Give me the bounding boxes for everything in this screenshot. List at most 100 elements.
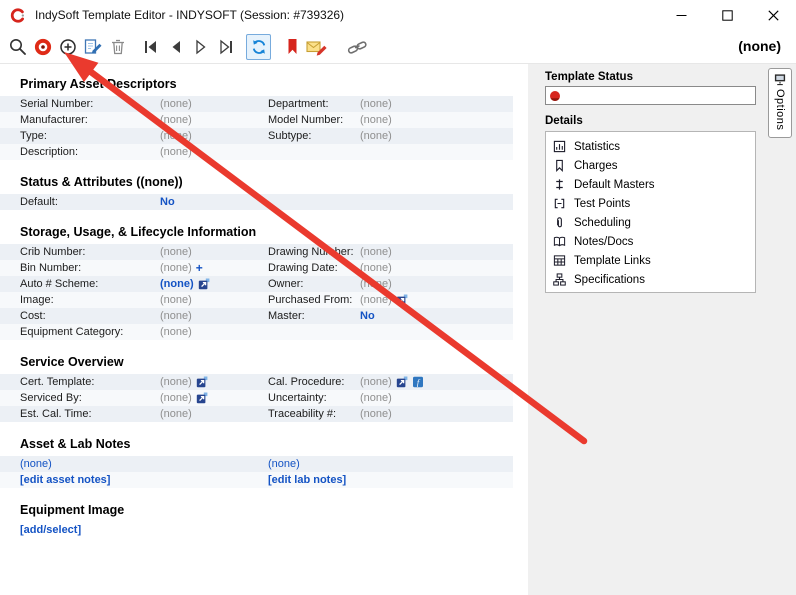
field-label: Uncertainty:	[268, 392, 327, 404]
notes-docs-icon	[553, 236, 566, 247]
edit-lab-notes-link[interactable]: [edit lab notes]	[268, 474, 513, 486]
details-item-label: Scheduling	[574, 216, 631, 229]
minimize-button[interactable]	[658, 1, 704, 30]
record-locator-button[interactable]	[30, 34, 55, 60]
status-rows: Default: No	[0, 194, 513, 210]
field-row: Serviced By: (none) Uncertainty: (none)	[0, 390, 513, 406]
template-status-input[interactable]	[545, 86, 756, 105]
field-row: Est. Cal. Time: (none) Traceability #: (…	[0, 406, 513, 422]
field-row: Equipment Category: (none)	[0, 324, 513, 340]
record-icon	[34, 38, 51, 55]
edit-asset-notes-link[interactable]: [edit asset notes]	[20, 474, 268, 486]
previous-record-button[interactable]	[163, 34, 188, 60]
default-value-link[interactable]: No	[160, 196, 175, 208]
edit-icon	[84, 38, 101, 54]
field-label: Master:	[268, 310, 305, 322]
options-tab-label: Options	[774, 89, 786, 131]
field-row: [edit asset notes] [edit lab notes]	[0, 472, 513, 488]
field-label: Serviced By:	[20, 392, 82, 404]
charges-icon	[556, 159, 563, 172]
bookmark-icon	[288, 38, 296, 54]
field-label: Default:	[20, 196, 58, 208]
field-value: (none)	[360, 278, 392, 290]
procedure-doc-icon[interactable]: f	[412, 376, 424, 388]
delete-record-button[interactable]	[105, 34, 130, 60]
field-label: Image:	[20, 294, 54, 306]
close-icon	[767, 9, 779, 21]
details-item-label: Notes/Docs	[574, 235, 634, 248]
field-label: Description:	[20, 146, 79, 158]
field-value: (none)	[360, 392, 392, 404]
refresh-button[interactable]	[246, 33, 271, 60]
last-record-button[interactable]	[213, 34, 238, 60]
field-value: (none)	[360, 130, 392, 142]
edit-record-button[interactable]	[80, 34, 105, 60]
master-value-link[interactable]: No	[360, 310, 375, 322]
mail-edit-button[interactable]	[304, 34, 329, 60]
jump-icon[interactable]	[396, 294, 408, 306]
monitor-icon	[774, 74, 786, 86]
status-flag-icon	[550, 90, 560, 101]
test-points-icon	[554, 198, 565, 209]
details-item-specifications[interactable]: Specifications	[553, 270, 755, 289]
close-button[interactable]	[750, 1, 796, 30]
details-item-statistics[interactable]: Statistics	[553, 137, 755, 156]
field-value: (none)	[160, 408, 192, 420]
details-item-default-masters[interactable]: Default Masters	[553, 175, 755, 194]
field-label: Purchased From:	[268, 294, 353, 306]
search-button[interactable]	[5, 34, 30, 60]
section-title-primary: Primary Asset Descriptors	[20, 77, 177, 91]
details-item-notes-docs[interactable]: Notes/Docs	[553, 232, 755, 251]
field-row: Type: (none) Subtype: (none)	[0, 128, 513, 144]
section-title-service: Service Overview	[20, 355, 124, 369]
maximize-button[interactable]	[704, 1, 750, 30]
default-masters-icon	[556, 179, 563, 190]
details-item-charges[interactable]: Charges	[553, 156, 755, 175]
jump-icon[interactable]	[196, 376, 208, 388]
field-value: (none)	[360, 408, 392, 420]
add-bin-number-button[interactable]: +	[196, 261, 203, 275]
titlebar: IndySoft Template Editor - INDYSOFT (Ses…	[0, 0, 796, 31]
field-label: Equipment Category:	[20, 326, 124, 338]
field-row: Default: No	[0, 194, 513, 210]
first-record-button[interactable]	[138, 34, 163, 60]
auto-number-scheme-link[interactable]: (none)	[160, 278, 194, 290]
equipment-image-row: [add/select]	[0, 524, 528, 536]
field-row: Manufacturer: (none) Model Number: (none…	[0, 112, 513, 128]
next-record-button[interactable]	[188, 34, 213, 60]
details-item-template-links[interactable]: Template Links	[553, 251, 755, 270]
field-value-text: (none)	[160, 392, 192, 404]
jump-icon[interactable]	[396, 376, 408, 388]
add-record-button[interactable]	[55, 34, 80, 60]
field-label: Cost:	[20, 310, 46, 322]
first-record-icon	[144, 40, 156, 53]
link-button[interactable]	[345, 34, 370, 60]
field-row: (none) (none)	[0, 456, 513, 472]
field-label: Drawing Number:	[268, 246, 354, 258]
jump-icon[interactable]	[196, 392, 208, 404]
details-item-scheduling[interactable]: Scheduling	[553, 213, 755, 232]
add-select-image-link[interactable]: [add/select]	[20, 524, 81, 536]
details-item-test-points[interactable]: Test Points	[553, 194, 755, 213]
field-value: (none)	[360, 98, 392, 110]
maximize-icon	[721, 9, 733, 21]
field-value-text: (none)	[360, 294, 392, 306]
asset-notes-value: (none)	[20, 458, 52, 470]
field-value: (none)	[360, 114, 392, 126]
details-item-label: Default Masters	[574, 178, 655, 191]
specifications-icon	[553, 273, 566, 286]
template-status-label: Template Status	[545, 71, 633, 83]
bookmark-button[interactable]	[279, 34, 304, 60]
storage-rows: Crib Number: (none) Drawing Number: (non…	[0, 244, 513, 340]
field-row: Image: (none) Purchased From: (none)	[0, 292, 513, 308]
last-record-icon	[219, 39, 232, 54]
section-title-storage: Storage, Usage, & Lifecycle Information	[20, 225, 257, 239]
window-title: IndySoft Template Editor - INDYSOFT (Ses…	[35, 8, 345, 22]
scheduling-icon	[557, 217, 562, 228]
field-label: Type:	[20, 130, 47, 142]
options-tab[interactable]: Options	[768, 68, 792, 138]
details-item-label: Specifications	[574, 273, 645, 286]
jump-icon[interactable]	[198, 278, 210, 290]
field-value: (none)	[160, 98, 192, 110]
search-icon	[9, 38, 26, 55]
